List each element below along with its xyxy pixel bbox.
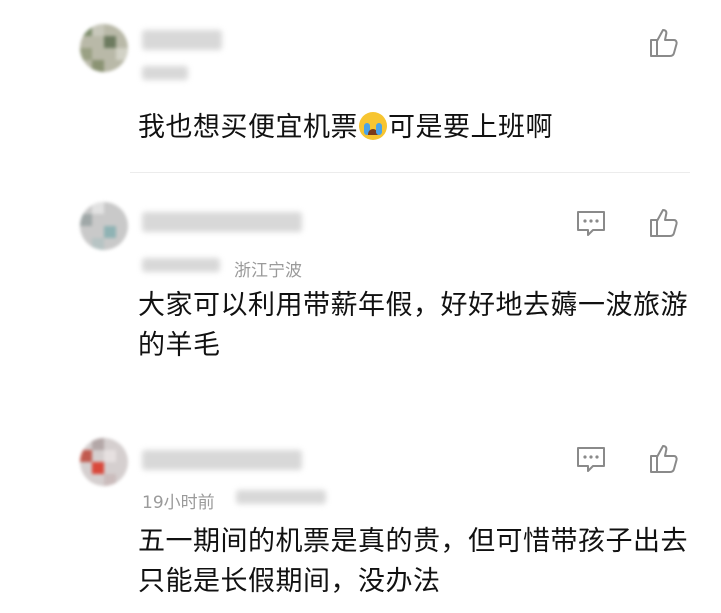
thumbs-up-icon[interactable]	[648, 442, 682, 476]
username-blurred	[142, 450, 302, 470]
comment-item: 19小时前 五一期间的机票是真的贵，但可惜带孩子出去只能是长假期间，没办法	[0, 412, 721, 613]
username-blurred	[142, 30, 222, 50]
comment-bubble-icon[interactable]	[574, 442, 608, 476]
crying-face-icon	[359, 112, 387, 140]
comment-text: 五一期间的机票是真的贵，但可惜带孩子出去只能是长假期间，没办法	[138, 526, 688, 597]
location-label: 浙江宁波	[234, 261, 302, 281]
comment-text: 我也想买便宜机票 可是要上班啊	[138, 112, 553, 143]
thumbs-up-icon[interactable]	[648, 26, 682, 60]
comment-item: 浙江宁波 大家可以利用带薪年假，好好地去薅一波旅游的羊毛	[0, 172, 721, 412]
comment-text: 大家可以利用带薪年假，好好地去薅一波旅游的羊毛	[138, 290, 688, 361]
avatar[interactable]	[80, 24, 128, 72]
location-blurred	[236, 490, 326, 504]
avatar[interactable]	[80, 202, 128, 250]
username-blurred	[142, 212, 302, 232]
avatar[interactable]	[80, 438, 128, 486]
thumbs-up-icon[interactable]	[648, 206, 682, 240]
timestamp-blurred	[142, 66, 188, 80]
comment-item: 我也想买便宜机票 可是要上班啊	[0, 0, 721, 172]
comment-bubble-icon[interactable]	[574, 206, 608, 240]
timestamp-blurred	[142, 258, 220, 272]
timestamp-label: 19小时前	[142, 493, 215, 513]
